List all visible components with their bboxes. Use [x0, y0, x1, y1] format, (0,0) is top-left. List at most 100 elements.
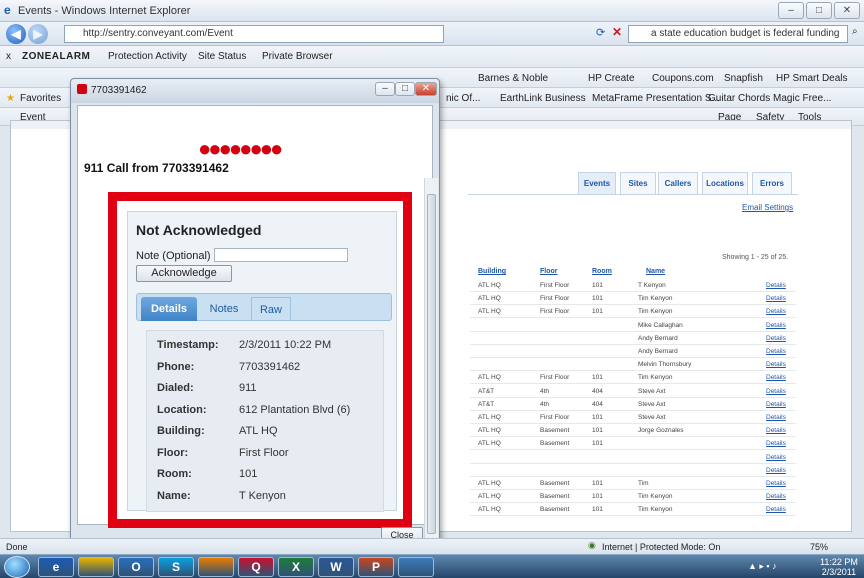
table-row: ATL HQ Basement 101 Tim Details [470, 478, 796, 490]
details-link[interactable]: Details [766, 374, 786, 381]
details-link[interactable]: Details [766, 414, 786, 421]
toolbar-close[interactable]: x [6, 51, 11, 62]
zonealarm-toolbar: x ZONEALARM Protection Activity Site Sta… [0, 46, 864, 68]
cell-floor: 4th [540, 387, 550, 395]
ack-status: Not Acknowledged [136, 222, 262, 238]
acknowledge-button[interactable]: Acknowledge [136, 265, 232, 282]
table-row: AT&T 4th 404 Steve Axt Details [470, 399, 796, 411]
taskbar-app[interactable]: P [358, 557, 394, 577]
details-link[interactable]: Details [766, 388, 786, 395]
stop-icon[interactable]: ✕ [612, 25, 622, 39]
taskbar-app[interactable]: S [158, 557, 194, 577]
popup-close-icon[interactable]: ✕ [415, 82, 437, 96]
col-name[interactable]: Name [646, 268, 665, 275]
maximize-button[interactable]: □ [806, 2, 832, 19]
tab-callers[interactable]: Callers [658, 172, 698, 194]
details-link[interactable]: Details [766, 401, 786, 408]
detail-tabs: Details Notes Raw [136, 293, 392, 321]
back-button[interactable]: ◀ [6, 24, 26, 44]
details-link[interactable]: Details [766, 427, 786, 434]
minimize-button[interactable]: – [778, 2, 804, 19]
private-browser[interactable]: Private Browser [262, 51, 333, 62]
taskbar-app[interactable]: e [38, 557, 74, 577]
details-link[interactable]: Details [766, 335, 786, 342]
fav-item-2[interactable]: MetaFrame Presentation S... [592, 93, 720, 104]
detail-value: 911 [239, 382, 257, 394]
details-link[interactable]: Details [766, 506, 786, 513]
taskbar-app[interactable] [398, 557, 434, 577]
taskbar-app[interactable]: Q [238, 557, 274, 577]
toolbar2-item-0[interactable]: Barnes & Noble [478, 73, 548, 84]
search-icon[interactable]: ⌕ [852, 26, 858, 37]
fav-item-3[interactable]: Guitar Chords Magic Free... [708, 93, 831, 104]
tray-icons[interactable]: ▲ ▸ ▪ ♪ [748, 561, 777, 572]
fav-item-1[interactable]: EarthLink Business [500, 93, 586, 104]
cell-name: Tim Kenyon [638, 308, 673, 316]
tab-events[interactable]: Events [578, 172, 616, 194]
toolbar2-item-1[interactable]: HP Create [588, 73, 635, 84]
detail-value: 2/3/2011 10:22 PM [239, 339, 332, 351]
cell-floor: Basement [540, 427, 570, 435]
tab-errors[interactable]: Errors [752, 172, 792, 194]
details-link[interactable]: Details [766, 322, 786, 329]
cell-floor: First Floor [540, 374, 570, 382]
zoom-level[interactable]: 75% [810, 542, 828, 552]
details-link[interactable]: Details [766, 454, 786, 461]
security-zone[interactable]: Internet | Protected Mode: On [602, 542, 720, 552]
refresh-icon[interactable]: ⟳ [596, 26, 605, 39]
cell-name: Mike Callaghan [638, 321, 683, 329]
taskbar-app[interactable]: X [278, 557, 314, 577]
detail-value: 612 Plantation Blvd (6) [239, 403, 351, 416]
popup-content: ●●●●●●●● 911 Call from 7703391462 Not Ac… [77, 105, 438, 546]
details-link[interactable]: Details [766, 480, 786, 487]
popup-scrollbar[interactable] [424, 178, 438, 546]
details-link[interactable]: Details [766, 308, 786, 315]
toolbar2-item-4[interactable]: HP Smart Deals [776, 73, 848, 84]
start-button[interactable] [4, 556, 30, 578]
cell-room: 101 [592, 282, 603, 289]
tab-details[interactable]: Details [141, 297, 197, 321]
details-link[interactable]: Details [766, 361, 786, 368]
popup-minimize-button[interactable]: – [375, 82, 395, 96]
cell-name: Jorge Goznales [638, 427, 684, 435]
protection-activity[interactable]: Protection Activity [108, 51, 187, 62]
tab-locations[interactable]: Locations [702, 172, 748, 194]
tab-sites[interactable]: Sites [620, 172, 656, 194]
taskbar-app[interactable] [78, 557, 114, 577]
cell-name: Andy Bernard [638, 334, 678, 342]
fav-item-0[interactable]: nic Of... [446, 93, 480, 104]
col-floor[interactable]: Floor [540, 268, 558, 275]
col-building[interactable]: Building [478, 268, 506, 275]
cell-floor: 4th [540, 400, 550, 408]
system-clock[interactable]: 11:22 PM 2/3/2011 [820, 557, 858, 577]
close-window-button[interactable]: ✕ [834, 2, 860, 19]
details-link[interactable]: Details [766, 295, 786, 302]
table-row: Details [470, 465, 796, 477]
site-status[interactable]: Site Status [198, 51, 246, 62]
taskbar-app[interactable]: O [118, 557, 154, 577]
tab-raw[interactable]: Raw [251, 297, 291, 321]
popup-maximize-button[interactable]: □ [395, 82, 415, 96]
details-link[interactable]: Details [766, 348, 786, 355]
tab-notes[interactable]: Notes [199, 297, 249, 321]
address-bar[interactable]: http://sentry.conveyant.com/Event [64, 25, 444, 43]
search-input[interactable]: a state education budget is federal fund… [628, 25, 848, 43]
details-link[interactable]: Details [766, 440, 786, 447]
toolbar2-item-3[interactable]: Snapfish [724, 73, 763, 84]
taskbar-app[interactable] [198, 557, 234, 577]
window-titlebar: e Events - Windows Internet Explorer – □… [0, 0, 864, 22]
details-link[interactable]: Details [766, 467, 786, 474]
note-input[interactable] [214, 248, 348, 262]
favorites-label[interactable]: Favorites [20, 93, 61, 104]
details-link[interactable]: Details [766, 282, 786, 289]
taskbar-app[interactable]: W [318, 557, 354, 577]
toolbar2-item-2[interactable]: Coupons.com [652, 73, 714, 84]
forward-button[interactable]: ▶ [28, 24, 48, 44]
zonealarm-brand[interactable]: ZONEALARM [22, 51, 90, 62]
scrollbar-thumb[interactable] [427, 194, 436, 534]
email-settings-link[interactable]: Email Settings [742, 203, 793, 212]
details-link[interactable]: Details [766, 493, 786, 500]
table-row: ATL HQ Basement 101 Details [470, 438, 796, 451]
col-room[interactable]: Room [592, 268, 612, 275]
cell-floor: First Floor [540, 414, 570, 421]
